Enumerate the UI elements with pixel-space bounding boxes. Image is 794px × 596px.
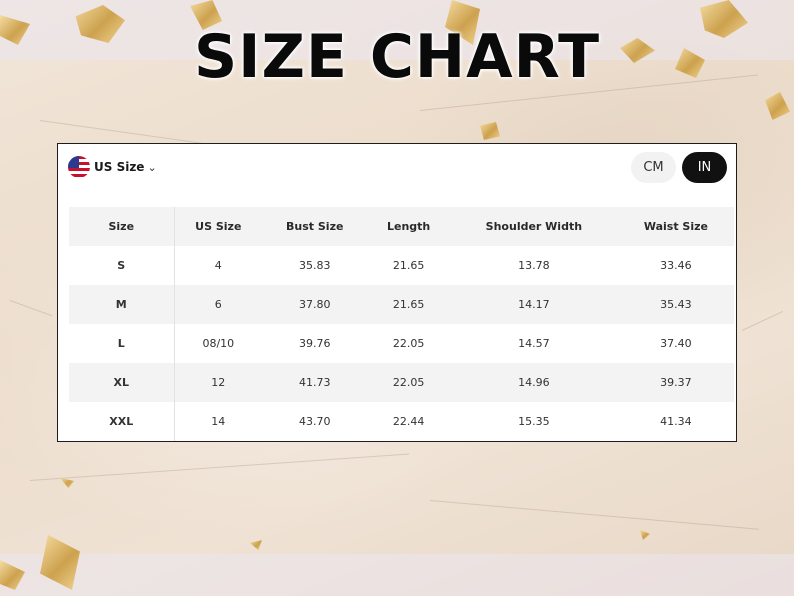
gold-flake bbox=[480, 122, 500, 140]
cell-bust-size: 35.83 bbox=[298, 259, 331, 272]
cell-size: L bbox=[69, 324, 175, 363]
us-flag-icon bbox=[68, 156, 90, 178]
paper-crease bbox=[741, 311, 783, 331]
cell-us-size: 08/10 bbox=[202, 337, 235, 350]
header-size: Size bbox=[69, 207, 175, 246]
gold-flake bbox=[250, 540, 262, 550]
header-length: Length bbox=[386, 220, 431, 233]
cell-length: 21.65 bbox=[392, 259, 425, 272]
table-row: M 6 37.80 21.65 14.17 35.43 bbox=[69, 285, 734, 324]
cell-bust-size: 43.70 bbox=[298, 415, 331, 428]
paper-crease bbox=[429, 500, 759, 530]
cell-bust-size: 41.73 bbox=[298, 376, 331, 389]
gold-flake bbox=[60, 478, 74, 488]
cell-bust-size: 37.80 bbox=[298, 298, 331, 311]
table-row: XXL 14 43.70 22.44 15.35 41.34 bbox=[69, 402, 734, 441]
cell-waist-size: 41.34 bbox=[660, 415, 692, 428]
gold-flake bbox=[640, 530, 650, 540]
header-bust-size: Bust Size bbox=[286, 220, 344, 233]
size-table: Size US Size Bust Size Length Shoulder W… bbox=[69, 207, 734, 441]
region-size-label: US Size bbox=[94, 160, 145, 174]
unit-in-button[interactable]: IN bbox=[682, 152, 727, 183]
cell-us-size: 12 bbox=[211, 376, 226, 389]
cell-size: XL bbox=[69, 363, 175, 402]
cell-length: 21.65 bbox=[392, 298, 425, 311]
header-waist-size: Waist Size bbox=[643, 220, 708, 233]
header-us-size: US Size bbox=[195, 220, 242, 233]
page-title: SIZE CHART bbox=[193, 22, 601, 92]
region-size-selector[interactable]: US Size ⌄ bbox=[68, 155, 157, 179]
cell-shoulder-width: 14.96 bbox=[518, 376, 550, 389]
cell-waist-size: 35.43 bbox=[660, 298, 692, 311]
cell-us-size: 6 bbox=[214, 298, 222, 311]
cell-length: 22.05 bbox=[392, 376, 425, 389]
cell-waist-size: 33.46 bbox=[660, 259, 692, 272]
paper-crease bbox=[29, 453, 410, 481]
cell-us-size: 4 bbox=[214, 259, 222, 272]
gold-flake bbox=[765, 92, 790, 120]
header-shoulder-width: Shoulder Width bbox=[485, 220, 583, 233]
cell-length: 22.05 bbox=[392, 337, 425, 350]
table-header-row: Size US Size Bust Size Length Shoulder W… bbox=[69, 207, 734, 246]
cell-shoulder-width: 14.57 bbox=[518, 337, 550, 350]
unit-cm-button[interactable]: CM bbox=[631, 152, 676, 183]
cell-shoulder-width: 13.78 bbox=[518, 259, 550, 272]
cell-shoulder-width: 15.35 bbox=[518, 415, 550, 428]
size-chart-card: US Size ⌄ CM IN Size US Size Bust Size L… bbox=[57, 143, 737, 442]
chevron-down-icon: ⌄ bbox=[147, 160, 157, 174]
cell-size: S bbox=[69, 246, 175, 285]
unit-toggle: CM IN bbox=[631, 152, 727, 183]
background-band-bottom bbox=[0, 554, 794, 596]
table-row: XL 12 41.73 22.05 14.96 39.37 bbox=[69, 363, 734, 402]
table-row: L 08/10 39.76 22.05 14.57 37.40 bbox=[69, 324, 734, 363]
cell-length: 22.44 bbox=[392, 415, 425, 428]
table-row: S 4 35.83 21.65 13.78 33.46 bbox=[69, 246, 734, 285]
cell-waist-size: 37.40 bbox=[660, 337, 692, 350]
cell-bust-size: 39.76 bbox=[298, 337, 331, 350]
cell-us-size: 14 bbox=[211, 415, 226, 428]
cell-size: XXL bbox=[69, 402, 175, 441]
cell-size: M bbox=[69, 285, 175, 324]
paper-crease bbox=[9, 300, 53, 317]
cell-waist-size: 39.37 bbox=[660, 376, 692, 389]
cell-shoulder-width: 14.17 bbox=[518, 298, 550, 311]
